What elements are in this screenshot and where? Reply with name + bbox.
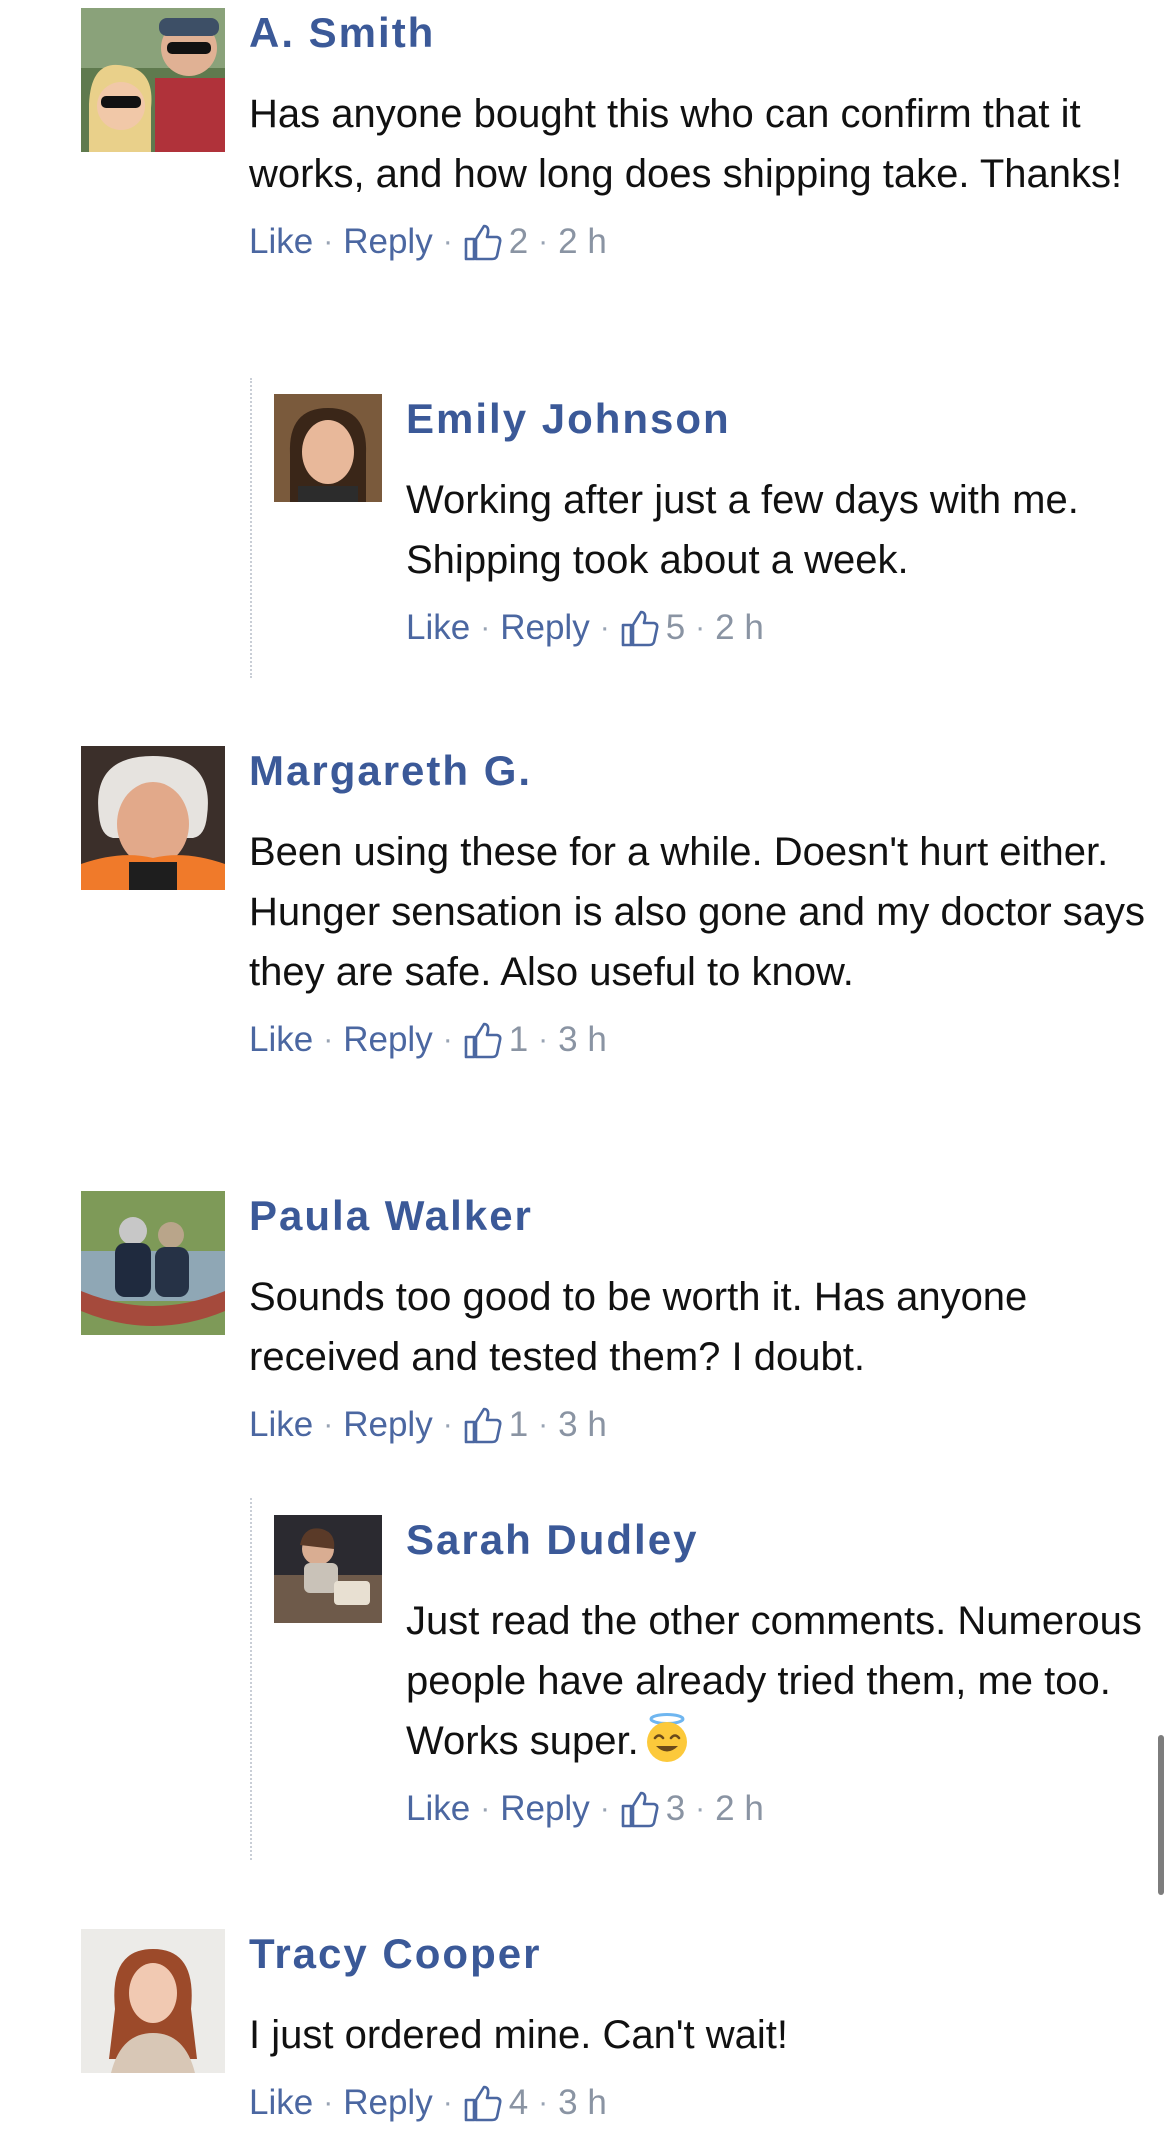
reply-link[interactable]: Reply xyxy=(343,1016,432,1064)
smiling-face-with-halo-icon xyxy=(641,1712,693,1764)
separator-dot: · xyxy=(323,2086,334,2119)
avatar[interactable] xyxy=(81,8,225,152)
comment-author[interactable]: Paula Walker xyxy=(249,1191,1170,1241)
like-link[interactable]: Like xyxy=(249,2079,313,2127)
comment-author[interactable]: Sarah Dudley xyxy=(406,1515,1170,1565)
comment-time: 2 h xyxy=(715,608,764,647)
separator-dot: · xyxy=(480,611,491,644)
like-count: 4 xyxy=(508,2083,529,2122)
separator-dot: · xyxy=(599,611,610,644)
separator-dot: · xyxy=(442,1408,453,1441)
like-link[interactable]: Like xyxy=(406,604,470,652)
avatar[interactable] xyxy=(81,1191,225,1335)
comment-actions: Like · Reply · 5 · 2 h xyxy=(406,604,1170,652)
comment-time: 2 h xyxy=(558,222,607,261)
comment-actions: Like · Reply · 1 · 3 h xyxy=(249,1016,1170,1064)
reply-link[interactable]: Reply xyxy=(343,218,432,266)
separator-dot: · xyxy=(538,1023,549,1056)
like-link[interactable]: Like xyxy=(406,1785,470,1833)
comment-actions: Like · Reply · 1 · 3 h xyxy=(249,1401,1170,1449)
separator-dot: · xyxy=(538,2086,549,2119)
thread-line xyxy=(250,378,252,678)
comment-text: Has anyone bought this who can confirm t… xyxy=(249,92,1123,196)
separator-dot: · xyxy=(695,611,706,644)
separator-dot: · xyxy=(442,225,453,258)
thumbs-up-icon xyxy=(463,1020,503,1060)
comment-actions: Like · Reply · 4 · 3 h xyxy=(249,2079,1170,2127)
comment-text: I just ordered mine. Can't wait! xyxy=(249,2013,788,2057)
separator-dot: · xyxy=(599,1792,610,1825)
like-link[interactable]: Like xyxy=(249,1016,313,1064)
separator-dot: · xyxy=(695,1792,706,1825)
thumbs-up-icon xyxy=(463,222,503,262)
comment-author[interactable]: Tracy Cooper xyxy=(249,1929,1170,1979)
like-count: 3 xyxy=(665,1789,686,1828)
reply-link[interactable]: Reply xyxy=(343,1401,432,1449)
comment-text: Been using these for a while. Doesn't hu… xyxy=(249,830,1146,994)
comment-time: 2 h xyxy=(715,1789,764,1828)
avatar[interactable] xyxy=(81,1929,225,2073)
comment-text: Just read the other comments. Numerous p… xyxy=(406,1599,1142,1763)
like-count: 1 xyxy=(508,1020,529,1059)
comment-actions: Like · Reply · 2 · 2 h xyxy=(249,218,1170,266)
comment-author[interactable]: A. Smith xyxy=(249,8,1170,58)
separator-dot: · xyxy=(323,1023,334,1056)
reply-link[interactable]: Reply xyxy=(500,604,589,652)
like-count: 2 xyxy=(508,222,529,261)
avatar[interactable] xyxy=(274,1515,382,1623)
thumbs-up-icon xyxy=(463,1405,503,1445)
thumbs-up-icon xyxy=(463,2083,503,2123)
comment-text: Sounds too good to be worth it. Has anyo… xyxy=(249,1275,1028,1379)
separator-dot: · xyxy=(323,225,334,258)
separator-dot: · xyxy=(538,225,549,258)
reply-link[interactable]: Reply xyxy=(343,2079,432,2127)
like-link[interactable]: Like xyxy=(249,1401,313,1449)
comment-text: Working after just a few days with me. S… xyxy=(406,478,1079,582)
avatar[interactable] xyxy=(274,394,382,502)
like-count: 1 xyxy=(508,1405,529,1444)
like-count: 5 xyxy=(665,608,686,647)
thumbs-up-icon xyxy=(620,1789,660,1829)
thumbs-up-icon xyxy=(620,608,660,648)
avatar[interactable] xyxy=(81,746,225,890)
scrollbar[interactable] xyxy=(1158,1735,1164,1895)
separator-dot: · xyxy=(442,2086,453,2119)
separator-dot: · xyxy=(480,1792,491,1825)
reply-link[interactable]: Reply xyxy=(500,1785,589,1833)
comment-author[interactable]: Emily Johnson xyxy=(406,394,1170,444)
separator-dot: · xyxy=(442,1023,453,1056)
comment-time: 3 h xyxy=(558,2083,607,2122)
comment-time: 3 h xyxy=(558,1405,607,1444)
comment-author[interactable]: Margareth G. xyxy=(249,746,1170,796)
thread-line xyxy=(250,1498,252,1860)
comment-text-wrapper: Just read the other comments. Numerous p… xyxy=(406,1591,1170,1771)
comment-actions: Like · Reply · 3 · 2 h xyxy=(406,1785,1170,1833)
comment-time: 3 h xyxy=(558,1020,607,1059)
like-link[interactable]: Like xyxy=(249,218,313,266)
separator-dot: · xyxy=(538,1408,549,1441)
separator-dot: · xyxy=(323,1408,334,1441)
